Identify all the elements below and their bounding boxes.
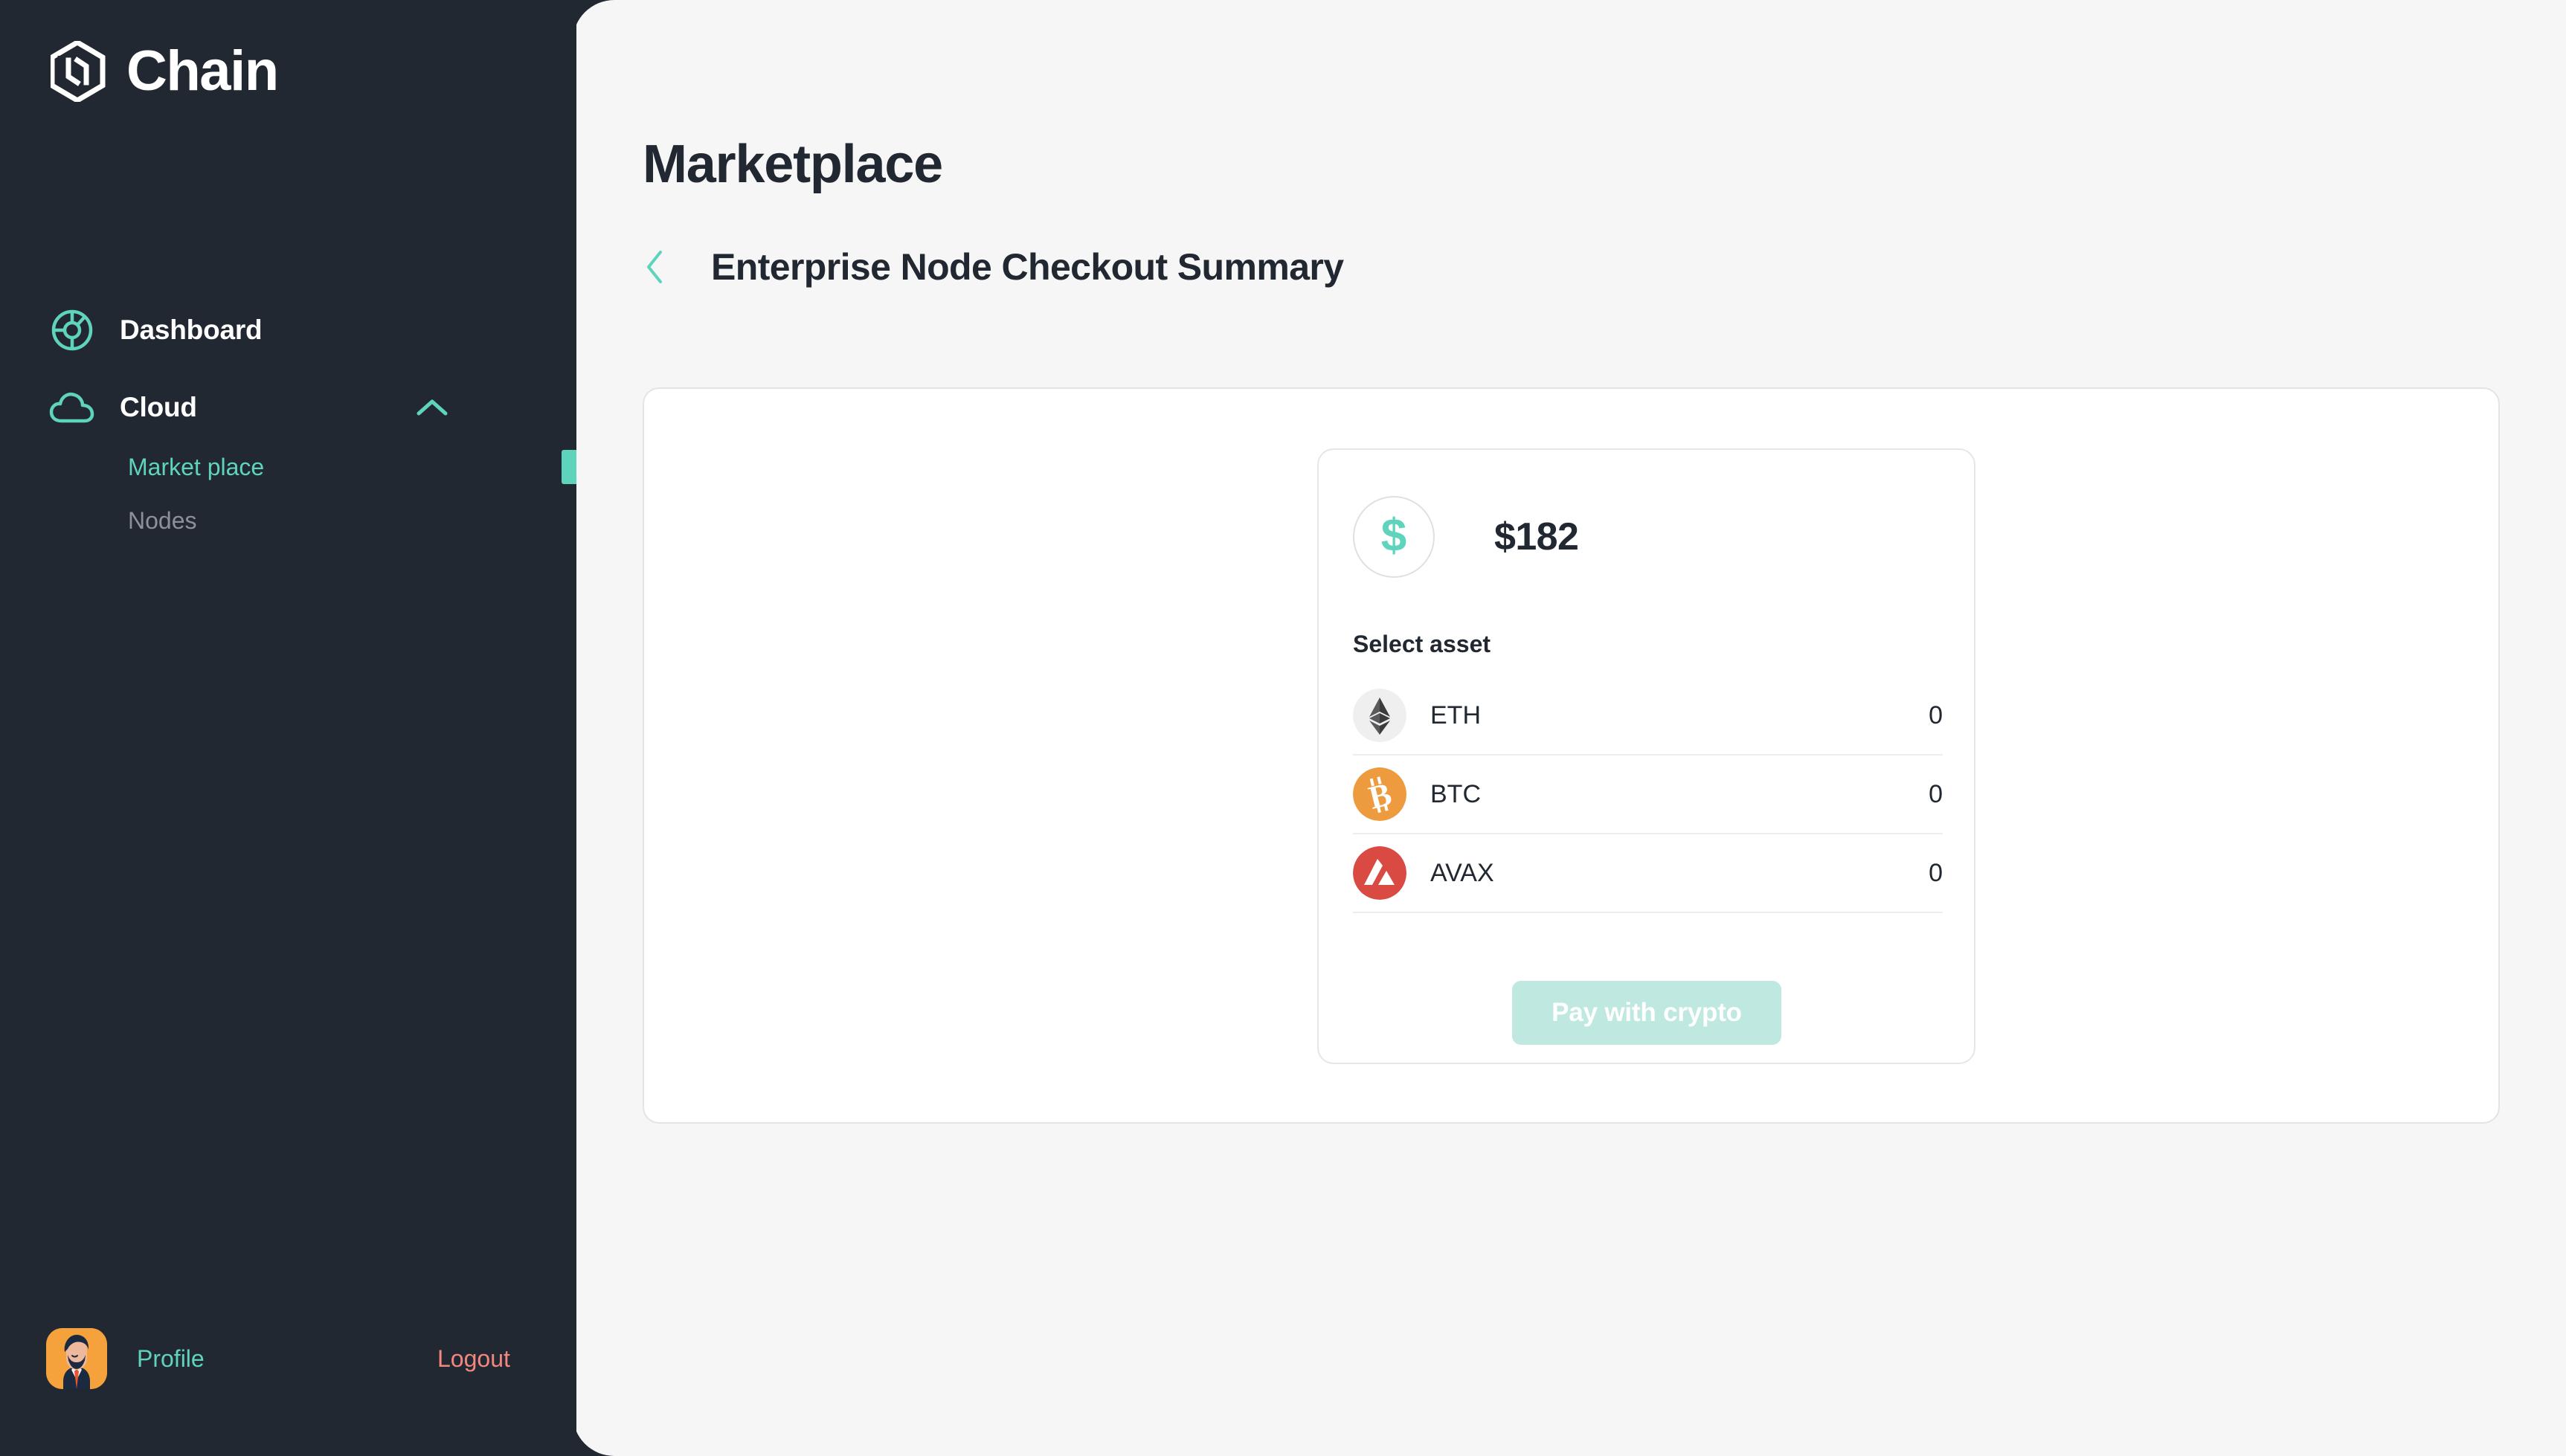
page-subtitle: Enterprise Node Checkout Summary <box>711 246 1344 288</box>
sidebar-item-label: Dashboard <box>120 315 263 345</box>
asset-row-avax[interactable]: AVAX 0 <box>1353 834 1943 913</box>
main-content: Marketplace Enterprise Node Checkout Sum… <box>573 0 2566 1456</box>
asset-symbol: AVAX <box>1430 858 1494 887</box>
chain-hexagon-logo-icon <box>49 39 109 104</box>
sidebar-item-nodes[interactable]: Nodes <box>0 494 576 547</box>
ethereum-icon <box>1353 689 1406 742</box>
amount-row: $ $182 <box>1353 496 1579 578</box>
brand-logo[interactable]: Chain <box>49 39 279 104</box>
chevron-up-icon[interactable] <box>416 397 448 418</box>
sidebar: Chain Dashboard Cloud Market place Nodes… <box>0 0 576 1456</box>
cloud-icon <box>49 384 95 431</box>
sidebar-group-cloud: Cloud Market place Nodes <box>0 375 576 547</box>
sidebar-footer: Profile Logout <box>0 1325 576 1392</box>
app-root: Chain Dashboard Cloud Market place Nodes… <box>0 0 2566 1456</box>
profile-link[interactable]: Profile <box>137 1345 205 1373</box>
sidebar-item-dashboard[interactable]: Dashboard <box>0 297 576 363</box>
bitcoin-icon: B <box>1353 767 1406 821</box>
sidebar-subitem-label: Market place <box>128 453 265 480</box>
dollar-sign-icon: $ <box>1353 496 1435 578</box>
pie-chart-icon <box>49 307 95 353</box>
subheader: Enterprise Node Checkout Summary <box>643 245 1344 289</box>
asset-amount: 0 <box>1929 858 1943 887</box>
asset-symbol: ETH <box>1430 700 1481 729</box>
checkout-panel: $ $182 Select asset ETH 0 B BTC 0 AVAX 0… <box>643 387 2500 1124</box>
asset-amount: 0 <box>1929 700 1943 729</box>
sidebar-item-label: Cloud <box>120 392 197 422</box>
dollar-glyph: $ <box>1380 509 1407 561</box>
asset-amount: 0 <box>1929 779 1943 808</box>
active-nav-indicator <box>562 450 576 484</box>
checkout-amount: $182 <box>1494 515 1579 558</box>
asset-row-btc[interactable]: B BTC 0 <box>1353 756 1943 834</box>
asset-list: ETH 0 B BTC 0 AVAX 0 <box>1353 677 1943 913</box>
avatar[interactable] <box>46 1328 107 1389</box>
select-asset-label: Select asset <box>1353 631 1491 657</box>
brand-name: Chain <box>126 39 279 103</box>
checkout-card: $ $182 Select asset ETH 0 B BTC 0 AVAX 0… <box>1317 448 1975 1064</box>
logout-link[interactable]: Logout <box>437 1345 510 1373</box>
pay-with-crypto-button[interactable]: Pay with crypto <box>1512 981 1781 1045</box>
sidebar-item-market-place[interactable]: Market place <box>0 440 576 494</box>
sidebar-nav: Dashboard Cloud Market place Nodes <box>0 297 576 547</box>
asset-symbol: BTC <box>1430 779 1481 808</box>
page-title: Marketplace <box>643 135 943 194</box>
asset-row-eth[interactable]: ETH 0 <box>1353 677 1943 756</box>
avalanche-icon <box>1353 846 1406 900</box>
sidebar-item-cloud[interactable]: Cloud <box>0 375 576 440</box>
chevron-left-icon[interactable] <box>643 249 668 285</box>
sidebar-subitem-label: Nodes <box>128 506 197 534</box>
